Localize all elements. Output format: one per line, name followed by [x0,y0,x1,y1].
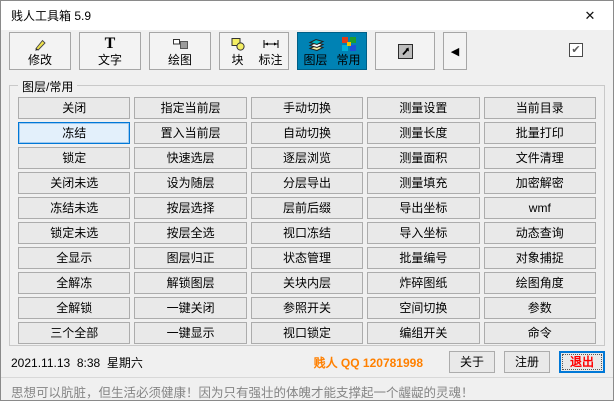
footer-motto: 思想可以肮脏，但生活必须健康！因为只有强壮的体魄才能支撑起一个龌龊的灵魂！ [1,377,613,400]
tool-button[interactable]: 导入坐标 [367,222,480,244]
toolbar-tab-block[interactable]: 块 [222,35,253,67]
tool-button[interactable]: 加密解密 [483,172,596,194]
color-grid-icon [341,35,357,52]
tool-button[interactable]: 参照开关 [250,297,364,319]
tool-button[interactable]: 关闭 [18,97,131,119]
tool-button[interactable]: 批量编号 [367,247,480,269]
tool-button[interactable]: 冻结未选 [18,197,131,219]
tool-button[interactable]: 测量设置 [367,97,480,119]
tool-button[interactable]: 命令 [483,322,596,344]
tool-grid: 关闭 指定当前层 手动切换 测量设置 当前目录冻结 置入当前层 自动切换 测量长度 批量打印锁定… [10,86,604,344]
toolbar-tab-label: 标注 [258,53,283,67]
arrow-up-right-icon [397,43,413,59]
about-button[interactable]: 关于 [449,351,495,373]
toolbar-tab-dimension[interactable]: 标注 [255,35,286,67]
tool-button[interactable]: 置入当前层 [134,122,247,144]
shapes-icon [172,35,189,52]
tool-button[interactable]: 锁定 [18,147,131,169]
toolbar-tab-label: 文字 [97,53,122,67]
tool-button[interactable]: 指定当前层 [134,97,247,119]
tool-button[interactable]: 对象捕捉 [483,247,596,269]
tool-button[interactable]: 手动切换 [250,97,364,119]
check-icon: ✔ [571,43,581,56]
left-triangle-icon: ◀ [450,45,460,58]
tool-button[interactable]: 按层全选 [134,222,247,244]
toolbar-tab-draw[interactable]: 绘图 [149,32,211,70]
groupbox-label: 图层/常用 [18,78,78,95]
exit-button[interactable]: 退出 [559,351,605,373]
toolbar-tab-label: 修改 [27,53,52,67]
tool-button[interactable]: 全显示 [18,247,131,269]
tool-button[interactable]: 三个全部 [18,322,131,344]
app-window: 贱人工具箱 5.9 ✕ 修改 T 文字 绘图 块 标注 图层 常用 ◀ ✔ 图层… [0,0,614,401]
tool-button[interactable]: 空间切换 [367,297,480,319]
toolbar-tab-common[interactable]: 常用 [333,35,364,67]
toolbar-tab-layer[interactable]: 图层 [300,35,331,67]
tool-button[interactable]: 自动切换 [250,122,364,144]
shortcut-button[interactable] [375,32,435,70]
toolbar-tab-label: 绘图 [167,53,192,67]
tool-button[interactable]: 分层导出 [250,172,364,194]
toolbar-group-block-dimension: 块 标注 [219,32,289,70]
tool-button[interactable]: 视口冻结 [250,222,364,244]
tool-button[interactable]: 参数 [483,297,596,319]
tool-button[interactable]: 测量面积 [367,147,480,169]
tool-button[interactable]: 导出坐标 [367,197,480,219]
toolbar-tab-text[interactable]: T 文字 [79,32,141,70]
tool-button[interactable]: 关块内层 [250,272,364,294]
dimension-arrow-icon [262,35,280,52]
pencil-icon [32,35,48,52]
tool-button[interactable]: 测量长度 [367,122,480,144]
tool-button[interactable]: 一键关闭 [134,297,247,319]
title-bar: 贱人工具箱 5.9 ✕ [1,1,613,30]
tool-button[interactable]: 动态查询 [483,222,596,244]
tool-button[interactable]: 绘图角度 [483,272,596,294]
tool-button[interactable]: 图层归正 [134,247,247,269]
tool-button[interactable]: 全解冻 [18,272,131,294]
tool-button[interactable]: 解锁图层 [134,272,247,294]
tool-button[interactable]: 锁定未选 [18,222,131,244]
window-title: 贱人工具箱 5.9 [11,9,92,23]
close-icon: ✕ [584,7,596,23]
tool-button[interactable]: wmf [483,197,596,219]
toolbar-checkbox[interactable]: ✔ [569,43,583,57]
tool-button[interactable]: 编组开关 [367,322,480,344]
register-button[interactable]: 注册 [504,351,550,373]
layers-stack-icon [307,35,325,52]
toolbar-group-layer-common-active: 图层 常用 [297,32,367,70]
tool-button[interactable]: 批量打印 [483,122,596,144]
tool-button[interactable]: 关闭未选 [18,172,131,194]
block-circle-icon [230,35,246,52]
tool-button[interactable]: 视口锁定 [250,322,364,344]
tool-button[interactable]: 逐层浏览 [250,147,364,169]
toolbar-tab-label: 常用 [336,53,361,67]
toolbar-tab-modify[interactable]: 修改 [9,32,71,70]
tool-button[interactable]: 文件清理 [483,147,596,169]
toolbar: 修改 T 文字 绘图 块 标注 图层 常用 ◀ ✔ [1,30,613,78]
tool-button[interactable]: 按层选择 [134,197,247,219]
status-date: 2021.11.13 8:38 星期六 [11,355,143,370]
status-bar: 2021.11.13 8:38 星期六 贱人 QQ 120781998 关于 注… [3,350,605,374]
text-tool-icon: T [104,34,116,52]
toolbar-tab-label: 图层 [303,53,328,67]
collapse-button[interactable]: ◀ [443,32,467,70]
tool-button[interactable]: 当前目录 [483,97,596,119]
close-button[interactable]: ✕ [567,1,613,30]
tool-button[interactable]: 设为随层 [134,172,247,194]
tool-button[interactable]: 冻结 [18,122,131,144]
toolbar-tab-label: 块 [231,53,244,67]
status-contact: 贱人 QQ 120781998 [313,355,423,370]
tool-button[interactable]: 炸碎图纸 [367,272,480,294]
tool-button[interactable]: 层前后缀 [250,197,364,219]
tool-button[interactable]: 状态管理 [250,247,364,269]
tool-button[interactable]: 全解锁 [18,297,131,319]
layer-common-groupbox: 图层/常用 关闭 指定当前层 手动切换 测量设置 当前目录冻结 置入当前层 自动切换 测量长度… [9,78,605,346]
tool-button[interactable]: 一键显示 [134,322,247,344]
tool-button[interactable]: 测量填充 [367,172,480,194]
tool-button[interactable]: 快速选层 [134,147,247,169]
